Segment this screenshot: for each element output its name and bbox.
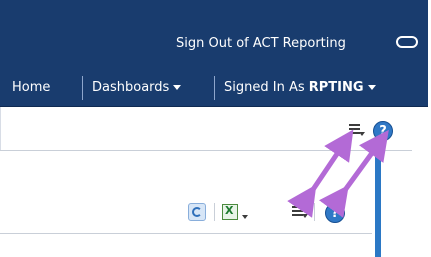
chevron-down-icon[interactable] <box>242 215 248 219</box>
nav-signed-in-menu[interactable]: Signed In As RPTING <box>224 80 376 95</box>
signed-in-prefix: Signed In As <box>224 80 305 95</box>
toolbar-separator <box>214 203 215 221</box>
app-header: Sign Out of ACT Reporting Home Dashboard… <box>0 0 428 107</box>
panel-divider <box>0 233 372 234</box>
page-options-menu-icon[interactable] <box>349 124 365 136</box>
chevron-down-icon <box>367 85 376 90</box>
help-label: ? <box>331 206 339 221</box>
header-nav: Home Dashboards Signed In As RPTING <box>0 76 428 100</box>
signed-in-username: RPTING <box>308 80 364 95</box>
sign-out-link[interactable]: Sign Out of ACT Reporting <box>176 36 346 51</box>
toggle-icon[interactable] <box>396 36 418 48</box>
excel-export-icon[interactable] <box>222 204 238 220</box>
nav-separator <box>214 76 215 100</box>
help-label: ? <box>379 124 387 139</box>
nav-dashboards-menu[interactable]: Dashboards <box>92 80 182 95</box>
nav-home-link[interactable]: Home <box>12 80 50 95</box>
nav-separator <box>82 76 83 100</box>
chevron-down-icon <box>173 85 182 90</box>
nav-dashboards-label: Dashboards <box>92 80 170 95</box>
refresh-icon[interactable] <box>188 203 206 221</box>
page-help-icon[interactable]: ? <box>373 121 393 141</box>
toolbar-separator <box>314 203 315 221</box>
panel-options-menu-icon[interactable] <box>292 206 308 218</box>
panel-help-icon[interactable]: ? <box>325 203 345 223</box>
